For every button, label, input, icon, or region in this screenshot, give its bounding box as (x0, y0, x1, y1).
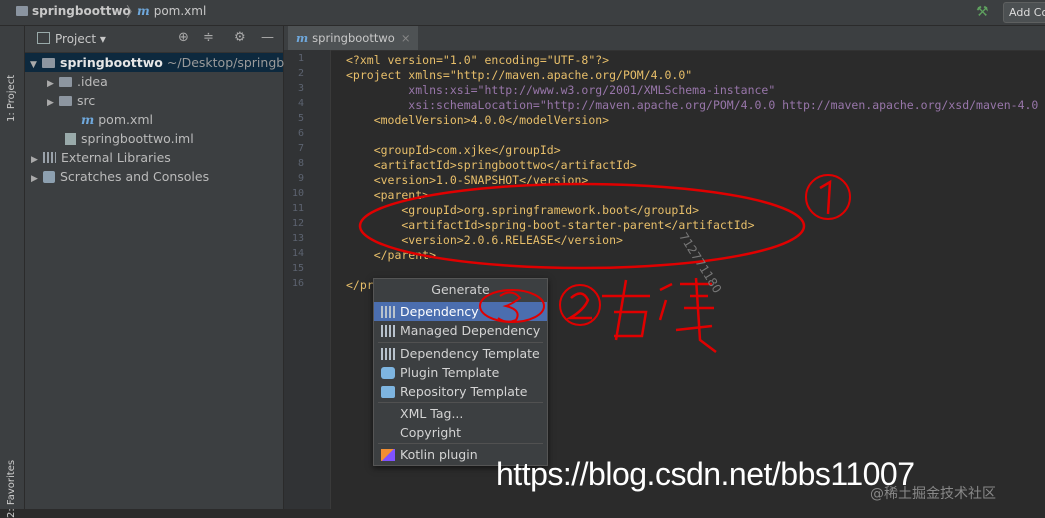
line-number: 13 (291, 233, 304, 244)
menu-item-dependency[interactable]: Dependency (374, 302, 547, 321)
tree-item-pom[interactable]: m pom.xml (81, 110, 153, 129)
maven-library-icon (381, 306, 395, 318)
tab-springboottwo[interactable]: m springboottwo × (288, 26, 419, 50)
line-number-gutter: 1 2 3 4 5 6 7 8 9 10 11 12 13 14 15 16 (284, 50, 331, 509)
tree-item-iml[interactable]: springboottwo.iml (65, 129, 194, 148)
folder-icon (16, 6, 28, 16)
menu-item-plugin-template[interactable]: Plugin Template (374, 363, 547, 382)
project-tool-tab[interactable]: 1: Project (6, 75, 17, 122)
line-number: 7 (297, 143, 304, 154)
libraries-icon (43, 152, 56, 163)
line-number: 16 (291, 278, 304, 289)
code-line-16[interactable]: </pr (346, 278, 374, 293)
code-line-3[interactable]: xmlns:xsi="http://www.w3.org/2001/XMLSch… (346, 83, 775, 98)
tree-item-external-libraries[interactable]: ▶ External Libraries (31, 148, 171, 167)
line-number: 4 (297, 98, 304, 109)
favorites-tool-tab[interactable]: 2: Favorites (6, 460, 17, 518)
close-icon[interactable]: × (401, 31, 411, 45)
code-line-4[interactable]: xsi:schemaLocation="http://maven.apache.… (346, 98, 1038, 113)
tree-item-src[interactable]: ▶ src (47, 91, 95, 110)
editor-tab-bar: m springboottwo × (284, 26, 1045, 51)
generate-popup-menu: Generate Dependency Managed Dependency D… (373, 278, 548, 466)
kotlin-icon (381, 449, 395, 461)
line-number: 14 (291, 248, 304, 259)
module-folder-icon (42, 58, 55, 68)
chevron-down-icon: ▾ (99, 32, 106, 46)
scratches-icon (43, 171, 55, 183)
left-tool-strip: 1: Project 2: Favorites (0, 26, 25, 518)
popup-title: Generate (431, 282, 490, 297)
menu-item-repository-template[interactable]: Repository Template (374, 382, 547, 401)
folder-icon (59, 96, 72, 106)
line-number: 12 (291, 218, 304, 229)
csdn-url-watermark: https://blog.csdn.net/bbs11007 (496, 456, 915, 492)
expand-arrow-icon[interactable]: ▼ (25, 56, 42, 75)
maven-icon: m (137, 4, 150, 18)
iml-file-icon (65, 133, 76, 145)
line-number: 10 (291, 188, 304, 199)
scroll-from-source-icon[interactable]: ⊕ (178, 30, 189, 45)
tree-item-idea[interactable]: ▶ .idea (47, 72, 108, 91)
line-number: 6 (297, 128, 304, 139)
tree-item-springboottwo[interactable]: ▼ springboottwo ~/Desktop/springbo (25, 53, 292, 75)
breadcrumb-project[interactable]: springboottwo (16, 4, 131, 18)
menu-separator (378, 342, 543, 343)
line-number: 15 (291, 263, 304, 274)
collapsed-arrow-icon[interactable]: ▶ (31, 170, 43, 189)
line-number: 11 (291, 203, 304, 214)
code-line-14[interactable]: </parent> (346, 248, 436, 263)
code-line-10[interactable]: <parent> (346, 188, 429, 203)
line-number: 5 (297, 113, 304, 124)
build-hammer-icon[interactable]: ⚒ (976, 4, 989, 20)
breadcrumb-file[interactable]: m pom.xml (137, 4, 206, 18)
code-line-9[interactable]: <version>1.0-SNAPSHOT</version> (346, 173, 589, 188)
maven-library-icon (381, 348, 395, 360)
plugin-icon (381, 367, 395, 379)
line-number: 3 (297, 83, 304, 94)
code-line-7[interactable]: <groupId>com.xjke</groupId> (346, 143, 561, 158)
menu-item-dependency-template[interactable]: Dependency Template (374, 344, 547, 363)
line-number: 2 (297, 68, 304, 79)
title-bar: springboottwo 〉 m pom.xml ⚒ Add Co (0, 0, 1045, 26)
line-number: 1 (297, 53, 304, 64)
tree-item-scratches[interactable]: ▶ Scratches and Consoles (31, 167, 209, 186)
folder-icon (59, 77, 72, 87)
code-line-5[interactable]: <modelVersion>4.0.0</modelVersion> (346, 113, 609, 128)
repository-icon (381, 386, 395, 398)
code-line-13[interactable]: <version>2.0.6.RELEASE</version> (346, 233, 623, 248)
hide-panel-icon[interactable]: — (261, 30, 274, 45)
collapse-all-icon[interactable]: ≑ (203, 30, 214, 45)
maven-icon: m (81, 112, 95, 127)
collapsed-arrow-icon[interactable]: ▶ (47, 94, 59, 113)
code-line-2[interactable]: <project xmlns="http://maven.apache.org/… (346, 68, 692, 83)
maven-library-icon (381, 325, 395, 337)
menu-item-copyright[interactable]: Copyright (374, 423, 547, 442)
project-panel-header: Project ▾ ⊕ ≑ ⚙ — (25, 26, 283, 53)
code-line-12[interactable]: <artifactId>spring-boot-starter-parent</… (346, 218, 754, 233)
menu-separator (378, 402, 543, 403)
code-line-8[interactable]: <artifactId>springboottwo</artifactId> (346, 158, 637, 173)
project-view-icon (37, 32, 50, 44)
code-line-1[interactable]: <?xml version="1.0" encoding="UTF-8"?> (346, 53, 609, 68)
project-view-selector[interactable]: Project ▾ (37, 32, 106, 46)
juejin-watermark: @稀土掘金技术社区 (870, 486, 996, 502)
line-number: 8 (297, 158, 304, 169)
line-number: 9 (297, 173, 304, 184)
menu-separator (378, 443, 543, 444)
project-panel: Project ▾ ⊕ ≑ ⚙ — ▼ springboottwo ~/Deskt… (25, 26, 292, 509)
menu-item-xml-tag[interactable]: XML Tag... (374, 404, 547, 423)
add-configuration-button[interactable]: Add Co (1003, 2, 1045, 23)
code-line-11[interactable]: <groupId>org.springframework.boot</group… (346, 203, 699, 218)
maven-icon: m (296, 31, 309, 45)
gear-icon[interactable]: ⚙ (234, 30, 246, 45)
menu-item-managed-dependency[interactable]: Managed Dependency (374, 321, 547, 340)
